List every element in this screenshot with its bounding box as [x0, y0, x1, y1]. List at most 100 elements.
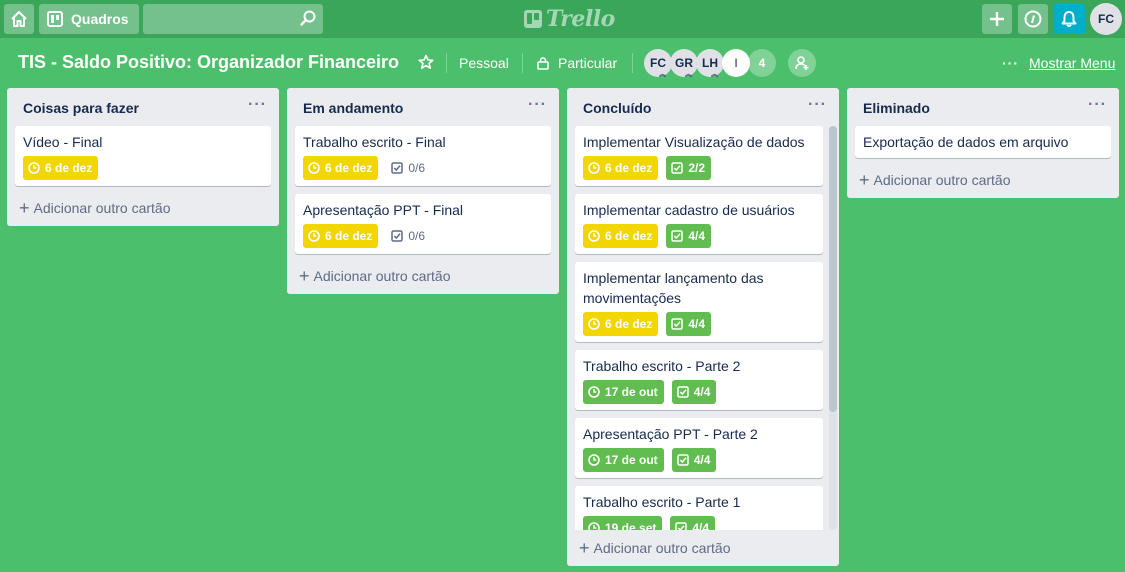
visibility-button[interactable]: Particular — [536, 55, 617, 71]
list-title[interactable]: Em andamento — [303, 100, 403, 116]
card-badges: 6 de dez — [23, 156, 263, 180]
member-avatar[interactable]: I — [722, 49, 750, 77]
checklist-badge: 0/6 — [386, 156, 431, 180]
card[interactable]: Exportação de dados em arquivo — [855, 126, 1111, 158]
checklist-count: 4/4 — [692, 521, 710, 530]
card-title: Implementar lançamento das movimentações — [583, 270, 764, 306]
checklist-icon — [676, 454, 689, 466]
due-date-badge[interactable]: 6 de dez — [303, 156, 379, 180]
card[interactable]: Trabalho escrito - Parte 1 19 de set 4/4 — [575, 486, 823, 530]
search-input[interactable] — [143, 4, 323, 34]
due-date-badge[interactable]: 17 de out — [583, 380, 664, 404]
clock-icon — [588, 162, 600, 174]
board-title[interactable]: TIS - Saldo Positivo: Organizador Financ… — [18, 52, 399, 73]
list-title[interactable]: Coisas para fazer — [23, 100, 139, 116]
due-date-label: 6 de dez — [325, 161, 373, 175]
list-menu-icon[interactable]: ··· — [808, 96, 827, 114]
add-card-label: Adicionar outro cartão — [593, 540, 731, 556]
clock-icon — [588, 230, 600, 242]
list-title[interactable]: Concluído — [583, 100, 651, 116]
due-date-badge[interactable]: 6 de dez — [583, 312, 659, 336]
notifications-button[interactable] — [1053, 4, 1085, 34]
list-header: Concluído ··· — [567, 88, 839, 126]
top-header: Quadros Trello FC — [0, 0, 1125, 38]
header-divider — [522, 53, 523, 73]
more-members-button[interactable]: 4 — [748, 49, 776, 77]
card[interactable]: Implementar cadastro de usuários 6 de dez… — [575, 194, 823, 254]
card-badges: 17 de out 4/4 — [583, 448, 815, 472]
star-icon — [418, 54, 434, 69]
member-initials: GR — [675, 56, 693, 70]
home-button[interactable] — [4, 4, 34, 34]
due-date-label: 6 de dez — [605, 161, 653, 175]
admin-chevron-icon: ︽ — [711, 71, 718, 78]
list-column: Concluído ··· Implementar Visualização de … — [567, 88, 839, 566]
star-button[interactable] — [418, 54, 434, 75]
boards-button[interactable]: Quadros — [39, 4, 139, 34]
lock-icon — [537, 57, 549, 70]
add-card-button[interactable]: + Adicionar outro cartão — [287, 262, 559, 290]
boards-icon — [47, 11, 63, 27]
clock-icon — [308, 162, 320, 174]
card-badges: 6 de dez 2/2 — [583, 156, 815, 180]
visibility-label: Particular — [558, 55, 618, 71]
add-card-button[interactable]: + Adicionar outro cartão — [567, 534, 839, 562]
trello-logo[interactable]: Trello — [524, 6, 615, 32]
member-initials: I — [734, 56, 738, 70]
card[interactable]: Implementar lançamento das movimentações… — [575, 262, 823, 342]
card-title: Implementar cadastro de usuários — [583, 202, 795, 218]
due-date-badge[interactable]: 6 de dez — [583, 156, 659, 180]
due-date-badge[interactable]: 6 de dez — [23, 156, 99, 180]
member-initials: LH — [702, 56, 718, 70]
checklist-icon — [391, 162, 404, 174]
due-date-badge[interactable]: 6 de dez — [583, 224, 659, 248]
clock-icon — [588, 454, 600, 466]
trello-logo-text: Trello — [546, 6, 615, 32]
list-menu-icon[interactable]: ··· — [248, 96, 267, 114]
card-badges: 6 de dez 0/6 — [303, 224, 543, 248]
show-menu-button[interactable]: ··· Mostrar Menu — [1002, 55, 1115, 71]
list-column: Coisas para fazer ··· Vídeo - Final 6 de de… — [7, 88, 279, 226]
due-date-badge[interactable]: 6 de dez — [303, 224, 379, 248]
cards-container: Implementar Visualização de dados 6 de de… — [567, 126, 839, 530]
user-avatar[interactable]: FC — [1090, 3, 1122, 35]
create-button[interactable] — [982, 4, 1012, 34]
list-title[interactable]: Eliminado — [863, 100, 930, 116]
list-column: Eliminado ··· Exportação de dados em arqui… — [847, 88, 1119, 198]
card[interactable]: Trabalho escrito - Parte 2 17 de out 4/4 — [575, 350, 823, 410]
plus-icon: + — [859, 170, 870, 190]
checklist-count: 2/2 — [688, 161, 706, 175]
due-date-badge[interactable]: 19 de set — [583, 516, 663, 530]
list-header: Eliminado ··· — [847, 88, 1119, 126]
card[interactable]: Apresentação PPT - Parte 2 17 de out 4/4 — [575, 418, 823, 478]
member-avatar[interactable]: GR ︽ — [670, 49, 698, 78]
due-date-label: 6 de dez — [45, 161, 93, 175]
team-button[interactable]: Pessoal — [459, 55, 509, 71]
due-date-badge[interactable]: 17 de out — [583, 448, 664, 472]
plus-icon — [990, 12, 1004, 26]
checklist-count: 0/6 — [408, 161, 426, 175]
card-title: Implementar Visualização de dados — [583, 134, 805, 150]
card-title: Exportação de dados em arquivo — [863, 134, 1069, 150]
card[interactable]: Vídeo - Final 6 de dez — [15, 126, 271, 186]
member-avatar[interactable]: LH ︽ — [696, 49, 724, 78]
list-menu-icon[interactable]: ··· — [528, 96, 547, 114]
card-title: Apresentação PPT - Final — [303, 202, 464, 218]
checklist-icon — [676, 386, 689, 398]
member-avatar[interactable]: FC ︽ — [644, 49, 672, 78]
add-card-button[interactable]: + Adicionar outro cartão — [7, 194, 279, 222]
card[interactable]: Trabalho escrito - Final 6 de dez 0/6 — [295, 126, 551, 186]
add-card-button[interactable]: + Adicionar outro cartão — [847, 166, 1119, 194]
info-button[interactable] — [1018, 4, 1048, 34]
due-date-label: 6 de dez — [605, 317, 653, 331]
list-column: Em andamento ··· Trabalho escrito - Final 6… — [287, 88, 559, 294]
invite-button[interactable] — [788, 49, 816, 77]
card[interactable]: Implementar Visualização de dados 6 de de… — [575, 126, 823, 186]
list-menu-icon[interactable]: ··· — [1088, 96, 1107, 114]
checklist-icon — [671, 318, 684, 330]
card-title: Trabalho escrito - Final — [303, 134, 446, 150]
card[interactable]: Apresentação PPT - Final 6 de dez 0/6 — [295, 194, 551, 254]
cards-container: Exportação de dados em arquivo — [847, 126, 1119, 166]
checklist-badge: 4/4 — [671, 448, 717, 472]
scrollbar-thumb[interactable] — [829, 126, 837, 412]
